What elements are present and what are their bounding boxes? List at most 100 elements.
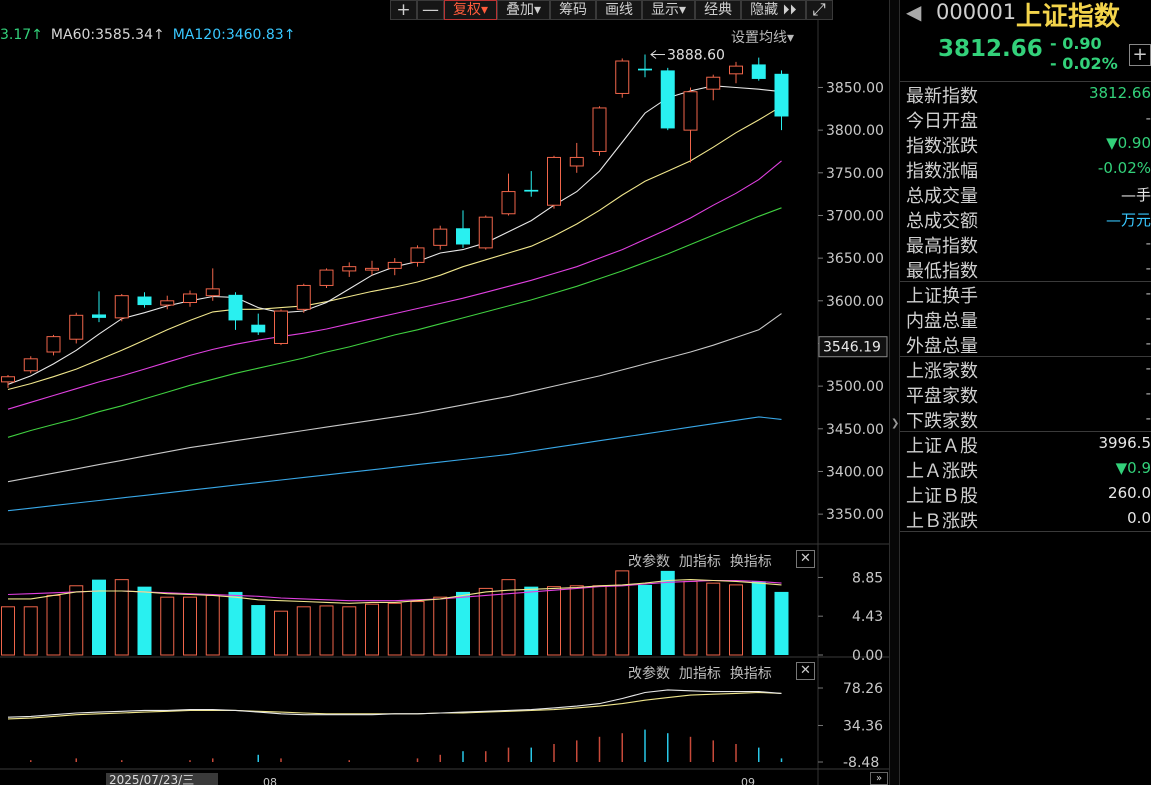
indicator-tick-label: 34.36	[843, 718, 883, 734]
candlestick[interactable]	[410, 245, 425, 267]
price-tick-label: 3800.00	[826, 123, 884, 139]
info-row: 最新指数 3812.66	[900, 82, 1151, 107]
volume-add-indicator-button[interactable]: 加指标	[679, 554, 721, 570]
candlestick[interactable]	[592, 106, 607, 156]
candlestick[interactable]	[342, 262, 357, 277]
info-row-value: -	[1145, 284, 1151, 302]
candle-body	[592, 107, 607, 152]
draw-line-button[interactable]: 画线	[596, 0, 643, 20]
info-row-value: 0.0	[1127, 509, 1151, 527]
price-tick-label: 3350.00	[826, 507, 884, 523]
volume-bar	[751, 581, 766, 655]
candlestick[interactable]	[296, 283, 311, 313]
candle-body	[160, 300, 175, 306]
hide-button[interactable]: 隐藏 ⏵⏵	[741, 0, 806, 20]
candle-body	[615, 60, 630, 94]
candlestick[interactable]	[683, 87, 698, 163]
candle-body	[706, 76, 721, 90]
classic-button[interactable]: 经典	[695, 0, 742, 20]
candlestick[interactable]	[251, 313, 266, 335]
scroll-right-icon[interactable]: »	[870, 772, 888, 785]
candlestick[interactable]	[387, 258, 402, 276]
indicator-close-icon[interactable]: ✕	[796, 662, 815, 680]
overlay-button[interactable]: 叠加▾	[497, 0, 551, 20]
price-tag-label: 3546.19	[823, 340, 881, 356]
indicator-add-indicator-button[interactable]: 加指标	[679, 666, 721, 682]
candlestick[interactable]	[501, 173, 516, 216]
candlestick[interactable]	[205, 268, 220, 301]
candlestick[interactable]	[660, 67, 675, 131]
ma-legend-item: MA120:3460.83↑	[172, 27, 296, 43]
candlestick[interactable]	[183, 290, 197, 307]
candle-body	[114, 295, 129, 319]
info-row-label: 上证Ａ股	[906, 436, 978, 457]
indicator-change-indicator-button[interactable]: 换指标	[730, 666, 772, 682]
volume-bar	[23, 606, 38, 656]
max-price-annotation: 3888.60	[667, 48, 725, 64]
info-row-value: -	[1145, 309, 1151, 327]
info-row-label: 最新指数	[906, 86, 978, 107]
candlestick[interactable]	[774, 70, 789, 131]
info-row: 指数涨跌 ▼0.90	[900, 132, 1151, 157]
add-watchlist-button[interactable]: +	[1129, 44, 1151, 66]
info-row: 上证Ｂ股 260.0	[900, 482, 1151, 507]
quote-info-panel: ◀ 000001 上证指数 3812.66 - 0.90 - 0.02% + 最…	[900, 0, 1151, 785]
candlestick[interactable]	[228, 292, 243, 330]
candlestick[interactable]	[456, 210, 470, 248]
info-row-label: 今日开盘	[906, 111, 978, 132]
info-row-label: 指数涨幅	[906, 161, 978, 182]
info-row-label: 内盘总量	[906, 311, 978, 332]
candlestick[interactable]	[114, 293, 129, 322]
info-row: 今日开盘 -	[900, 107, 1151, 132]
volume-bar	[160, 596, 175, 656]
candle-body	[342, 266, 357, 272]
zoom-out-button[interactable]: —	[417, 0, 444, 20]
volume-bar	[342, 606, 357, 656]
candlestick[interactable]	[1, 375, 15, 388]
zoom-in-button[interactable]: +	[390, 0, 417, 20]
candlestick[interactable]	[92, 291, 106, 323]
index-code: 000001	[936, 0, 1017, 24]
candlestick[interactable]	[46, 334, 61, 356]
fullscreen-button[interactable]: ⤢	[805, 0, 833, 20]
ma-legend: 3.17↑ MA60:3585.34↑ MA120:3460.83↑	[0, 27, 303, 47]
chip-button[interactable]: 筹码	[550, 0, 597, 20]
candlestick[interactable]	[547, 155, 561, 209]
candlestick[interactable]	[69, 312, 84, 344]
candle-body	[319, 269, 334, 286]
candlestick[interactable]	[137, 292, 152, 308]
candlestick[interactable]	[478, 215, 493, 250]
candlestick[interactable]	[319, 268, 334, 288]
ma-settings-button[interactable]: 设置均线▾	[731, 27, 794, 47]
info-row-value: ▼0.9	[1115, 459, 1151, 477]
candlestick[interactable]	[615, 58, 630, 98]
info-row-value: ▼0.90	[1106, 134, 1151, 152]
volume-bar	[183, 596, 197, 656]
collapse-arrow-icon[interactable]: ❯	[891, 418, 899, 429]
volume-close-icon[interactable]: ✕	[796, 550, 815, 568]
candle-body	[660, 70, 675, 129]
candlestick[interactable]	[751, 57, 766, 81]
candlestick[interactable]	[524, 171, 539, 197]
candlestick[interactable]	[433, 225, 448, 250]
candlestick[interactable]	[23, 356, 38, 374]
x-axis-tick: 09	[741, 776, 755, 785]
price-tick-label: 3500.00	[826, 379, 884, 395]
adjust-rights-button[interactable]: 复权▾	[444, 0, 498, 20]
candlestick[interactable]	[729, 61, 743, 84]
indicator-modify-params-button[interactable]: 改参数	[628, 666, 670, 682]
panel-splitter[interactable]: ❯	[889, 0, 900, 785]
back-arrow-icon[interactable]: ◀	[906, 0, 921, 24]
info-row: 上Ｂ涨跌 0.0	[900, 507, 1151, 532]
volume-bar	[46, 594, 61, 656]
candlestick[interactable]	[706, 74, 721, 101]
info-row-value: -0.02%	[1097, 159, 1151, 177]
candlestick[interactable]	[274, 309, 288, 346]
display-button[interactable]: 显示▾	[642, 0, 696, 20]
candlestick[interactable]	[569, 142, 584, 173]
volume-bar	[228, 591, 243, 655]
candlestick[interactable]	[638, 54, 652, 78]
volume-change-indicator-button[interactable]: 换指标	[730, 554, 772, 570]
info-row-label: 下跌家数	[906, 411, 978, 432]
volume-modify-params-button[interactable]: 改参数	[628, 554, 670, 570]
